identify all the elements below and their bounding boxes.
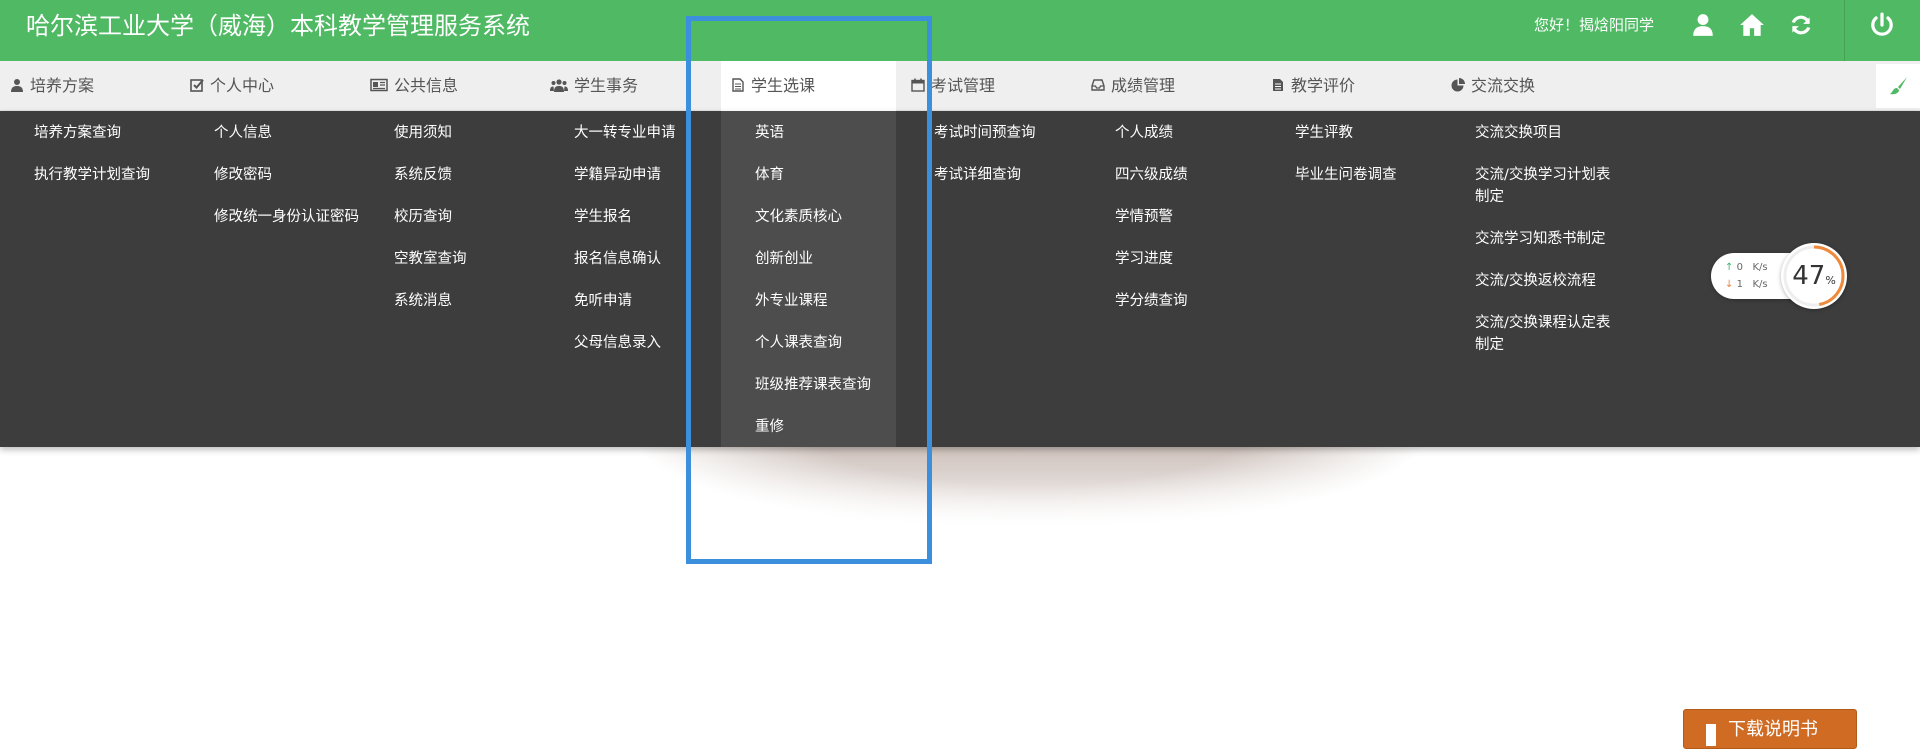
top-header: 哈尔滨工业大学（威海）本科教学管理服务系统 您好！揭焓阳同学: [0, 0, 1920, 61]
menu-link[interactable]: 修改统一身份认证密码: [214, 206, 359, 228]
nav-label: 培养方案: [30, 76, 95, 95]
header-divider: [1844, 0, 1845, 61]
nav-label: 交流交换: [1471, 76, 1536, 95]
download-speed-unit: K/s: [1752, 279, 1768, 290]
users-icon: [550, 78, 568, 92]
nav-label: 教学评价: [1291, 76, 1356, 95]
file-icon: [731, 78, 745, 92]
menu-link[interactable]: 交流/交换课程认定表制定: [1475, 312, 1615, 356]
refresh-icon[interactable]: [1788, 12, 1814, 38]
menu-link-english[interactable]: 英语: [755, 122, 930, 144]
menu-link[interactable]: 学籍异动申请: [574, 164, 749, 186]
user-icon: [10, 78, 24, 92]
nav-label: 学生事务: [574, 76, 639, 95]
menu-link[interactable]: 交流/交换学习计划表制定: [1475, 164, 1615, 208]
menu-link[interactable]: 修改密码: [214, 164, 389, 186]
download-speed-value: 1: [1736, 279, 1743, 290]
nav-label: 成绩管理: [1111, 76, 1176, 95]
menu-link[interactable]: 交流/交换返校流程: [1475, 270, 1650, 292]
nav-label: 公共信息: [394, 76, 459, 95]
nav-item-teaching-evaluation[interactable]: 教学评价: [1271, 61, 1355, 111]
nav-item-training-plan[interactable]: 培养方案: [10, 61, 94, 111]
menu-link[interactable]: 学生评教: [1295, 122, 1470, 144]
download-manual-button[interactable]: 下载说明书: [1683, 709, 1857, 749]
nav-item-public-info[interactable]: 公共信息: [370, 61, 458, 111]
main-nav: 培养方案 个人中心 公共信息 学生事务 学生选课 考试管理 成绩管理 教学评价 …: [0, 61, 1920, 111]
menu-link[interactable]: 学分绩查询: [1115, 290, 1290, 312]
download-manual-label: 下载说明书: [1728, 719, 1818, 740]
nav-item-exam-management[interactable]: 考试管理: [911, 61, 995, 111]
calendar-icon: [911, 78, 925, 92]
nav-label: 考试管理: [931, 76, 996, 95]
menu-link[interactable]: 培养方案查询: [34, 122, 209, 144]
power-icon[interactable]: [1869, 12, 1895, 38]
menu-link[interactable]: 执行教学计划查询: [34, 164, 209, 186]
download-icon: [1706, 724, 1716, 746]
menu-link[interactable]: 学生报名: [574, 206, 749, 228]
menu-link[interactable]: 父母信息录入: [574, 332, 749, 354]
menu-link[interactable]: 考试时间预查询: [934, 122, 1109, 144]
menu-link-other-major-courses[interactable]: 外专业课程: [755, 290, 930, 312]
check-square-icon: [190, 78, 204, 92]
menu-link-innovation[interactable]: 创新创业: [755, 248, 930, 270]
upload-speed-unit: K/s: [1752, 262, 1768, 273]
pie-chart-icon: [1451, 78, 1465, 92]
menu-link[interactable]: 报名信息确认: [574, 248, 749, 270]
menu-link-class-recommended-timetable[interactable]: 班级推荐课表查询: [755, 374, 930, 396]
nav-item-course-selection[interactable]: 学生选课: [721, 61, 896, 111]
menu-link[interactable]: 学情预警: [1115, 206, 1290, 228]
menu-link[interactable]: 考试详细查询: [934, 164, 1109, 186]
newspaper-icon: [370, 78, 388, 92]
user-greeting: 您好！揭焓阳同学: [1534, 16, 1655, 34]
menu-link[interactable]: 免听申请: [574, 290, 749, 312]
menu-link[interactable]: 使用须知: [394, 122, 569, 144]
menu-link[interactable]: 四六级成绩: [1115, 164, 1290, 186]
memory-usage-gauge[interactable]: 47%: [1781, 243, 1847, 309]
menu-link[interactable]: 交流交换项目: [1475, 122, 1650, 144]
gauge-value: 47%: [1792, 261, 1836, 291]
menu-link[interactable]: 校历查询: [394, 206, 569, 228]
nav-item-student-affairs[interactable]: 学生事务: [550, 61, 638, 111]
menu-link[interactable]: 系统消息: [394, 290, 569, 312]
menu-link[interactable]: 毕业生问卷调查: [1295, 164, 1470, 186]
menu-link-pe[interactable]: 体育: [755, 164, 930, 186]
user-icon[interactable]: [1690, 12, 1716, 38]
menu-link[interactable]: 学习进度: [1115, 248, 1290, 270]
menu-link[interactable]: 系统反馈: [394, 164, 569, 186]
paintbrush-icon[interactable]: [1876, 64, 1920, 108]
menu-link[interactable]: 大一转专业申请: [574, 122, 749, 144]
nav-item-grade-management[interactable]: 成绩管理: [1091, 61, 1175, 111]
download-arrow-icon: ↓: [1725, 279, 1734, 290]
upload-arrow-icon: ↑: [1725, 262, 1734, 273]
menu-link-personal-timetable[interactable]: 个人课表查询: [755, 332, 930, 354]
nav-item-personal-center[interactable]: 个人中心: [190, 61, 274, 111]
nav-label: 学生选课: [751, 76, 816, 95]
menu-link[interactable]: 交流学习知悉书制定: [1475, 228, 1650, 250]
inbox-icon: [1091, 78, 1105, 92]
active-column-highlight: [721, 111, 896, 447]
upload-speed-value: 0: [1736, 262, 1743, 273]
menu-link-retake[interactable]: 重修: [755, 416, 930, 438]
document-icon: [1271, 78, 1285, 92]
nav-label: 个人中心: [210, 76, 275, 95]
menu-link[interactable]: 个人成绩: [1115, 122, 1290, 144]
system-title: 哈尔滨工业大学（威海）本科教学管理服务系统: [26, 12, 530, 40]
menu-link[interactable]: 个人信息: [214, 122, 389, 144]
mega-menu: 培养方案查询 执行教学计划查询 个人信息 修改密码 修改统一身份认证密码 使用须…: [0, 111, 1920, 447]
nav-item-exchange[interactable]: 交流交换: [1451, 61, 1535, 111]
menu-link[interactable]: 空教室查询: [394, 248, 569, 270]
home-icon[interactable]: [1739, 12, 1765, 38]
menu-link-culture-core[interactable]: 文化素质核心: [755, 206, 930, 228]
